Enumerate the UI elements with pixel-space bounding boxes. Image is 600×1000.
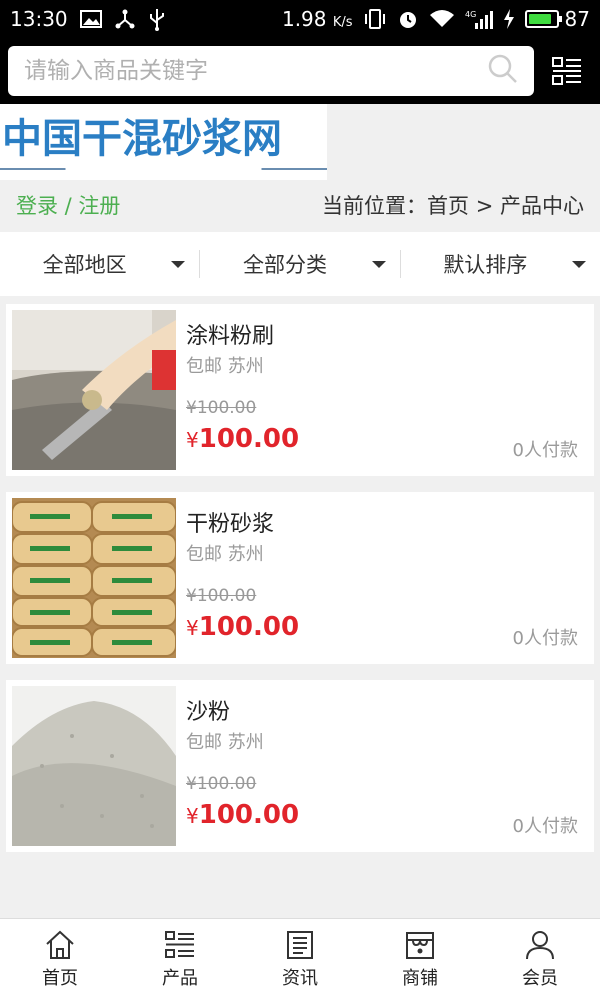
product-paid-count: 0人付款 bbox=[512, 816, 578, 837]
product-card[interactable]: 干粉砂浆 包邮 苏州 ¥100.00 ¥100.00 0人付款 bbox=[6, 492, 594, 664]
battery-fill bbox=[528, 14, 552, 24]
login-register-link[interactable]: 登录 / 注册 bbox=[16, 190, 120, 220]
bottom-nav-label: 商铺 bbox=[402, 967, 438, 989]
filter-sort-label: 默认排序 bbox=[443, 253, 528, 277]
header bbox=[0, 38, 600, 104]
nav-row: 登录 / 注册 当前位置：首页 > 产品中心 bbox=[0, 180, 600, 230]
grid-list-icon bbox=[165, 930, 194, 958]
product-old-price: ¥100.00 bbox=[186, 398, 257, 418]
product-paid-count: 0人付款 bbox=[512, 440, 578, 461]
product-shipping: 包邮 苏州 bbox=[186, 356, 264, 377]
product-price: ¥100.00 bbox=[186, 424, 299, 454]
caret-down-icon bbox=[171, 261, 186, 268]
battery-indicator: 87 bbox=[524, 7, 590, 31]
bottom-nav-home[interactable]: 首页 bbox=[0, 919, 120, 1000]
share-icon bbox=[114, 8, 136, 30]
bottom-nav-label: 会员 bbox=[522, 967, 558, 989]
usb-icon bbox=[148, 7, 166, 31]
speed-value: 1.98 bbox=[281, 7, 327, 31]
product-price: ¥100.00 bbox=[186, 800, 299, 830]
wifi-icon bbox=[429, 9, 455, 29]
caret-down-icon bbox=[371, 261, 386, 268]
bottom-nav-label: 资讯 bbox=[282, 967, 318, 989]
product-shipping: 包邮 苏州 bbox=[186, 732, 264, 753]
menu-list-icon bbox=[552, 57, 581, 85]
alarm-icon bbox=[397, 8, 419, 30]
status-time: 13:30 bbox=[10, 7, 68, 31]
bottom-nav-member[interactable]: 会员 bbox=[480, 919, 600, 1000]
product-name[interactable]: 沙粉 bbox=[186, 694, 230, 726]
product-card[interactable]: 沙粉 包邮 苏州 ¥100.00 ¥100.00 0人付款 bbox=[6, 680, 594, 852]
logo-underline bbox=[0, 168, 327, 170]
search-input[interactable] bbox=[24, 58, 488, 84]
price-value: 100.00 bbox=[198, 612, 300, 642]
product-shipping: 包邮 苏州 bbox=[186, 544, 264, 565]
price-value: 100.00 bbox=[198, 424, 300, 454]
search-box[interactable] bbox=[8, 46, 534, 96]
filter-category-label: 全部分类 bbox=[242, 253, 327, 277]
image-icon bbox=[79, 10, 102, 28]
product-price: ¥100.00 bbox=[186, 612, 299, 642]
product-old-price: ¥100.00 bbox=[186, 586, 257, 606]
user-icon bbox=[526, 930, 554, 959]
product-old-price: ¥100.00 bbox=[186, 774, 257, 794]
bottom-nav-shop[interactable]: 商铺 bbox=[360, 919, 480, 1000]
bottom-nav-label: 产品 bbox=[162, 967, 198, 989]
bottom-nav-label: 首页 bbox=[42, 967, 78, 989]
network-speed: 1.98 K/s bbox=[282, 7, 353, 31]
filter-region-label: 全部地区 bbox=[42, 253, 127, 277]
product-image-plastering[interactable] bbox=[12, 310, 176, 470]
network-type: 4G bbox=[465, 10, 476, 19]
battery-icon bbox=[524, 10, 562, 28]
bottom-nav-products[interactable]: 产品 bbox=[120, 919, 240, 1000]
product-image-mortar-bags[interactable] bbox=[12, 498, 176, 658]
charging-icon bbox=[503, 9, 515, 29]
status-bar: 13:30 1.98 K/s 4G 87 bbox=[0, 0, 600, 38]
vibrate-icon bbox=[363, 8, 387, 30]
product-image-sand-powder[interactable] bbox=[12, 686, 176, 846]
category-menu-button[interactable] bbox=[550, 54, 584, 88]
filter-region[interactable]: 全部地区 bbox=[0, 232, 199, 296]
price-value: 100.00 bbox=[198, 800, 300, 830]
bottom-nav-news[interactable]: 资讯 bbox=[240, 919, 360, 1000]
bottom-nav: 首页 产品 资讯 商铺 会员 bbox=[0, 918, 600, 1000]
speed-unit: K/s bbox=[332, 15, 353, 30]
logo-text: 中国干混砂浆网 bbox=[2, 116, 282, 162]
product-name[interactable]: 干粉砂浆 bbox=[186, 506, 274, 538]
breadcrumb: 当前位置：首页 > 产品中心 bbox=[322, 194, 584, 218]
news-icon bbox=[287, 930, 313, 959]
product-paid-count: 0人付款 bbox=[512, 628, 578, 649]
signal-icon: 4G bbox=[465, 9, 493, 29]
price-currency: ¥ bbox=[186, 428, 199, 452]
price-currency: ¥ bbox=[186, 804, 199, 828]
filter-sort[interactable]: 默认排序 bbox=[401, 232, 600, 296]
home-icon bbox=[46, 930, 74, 959]
shop-icon bbox=[406, 931, 434, 959]
caret-down-icon bbox=[571, 261, 586, 268]
price-currency: ¥ bbox=[186, 616, 199, 640]
filter-category[interactable]: 全部分类 bbox=[200, 232, 399, 296]
site-logo[interactable]: 中国干混砂浆网 bbox=[0, 104, 327, 180]
logo-area: 中国干混砂浆网 bbox=[0, 104, 600, 180]
battery-percent: 87 bbox=[564, 7, 590, 31]
search-icon[interactable] bbox=[488, 54, 518, 88]
filter-bar: 全部地区 全部分类 默认排序 bbox=[0, 232, 600, 296]
product-card[interactable]: 涂料粉刷 包邮 苏州 ¥100.00 ¥100.00 0人付款 bbox=[6, 304, 594, 476]
product-name[interactable]: 涂料粉刷 bbox=[186, 318, 274, 350]
